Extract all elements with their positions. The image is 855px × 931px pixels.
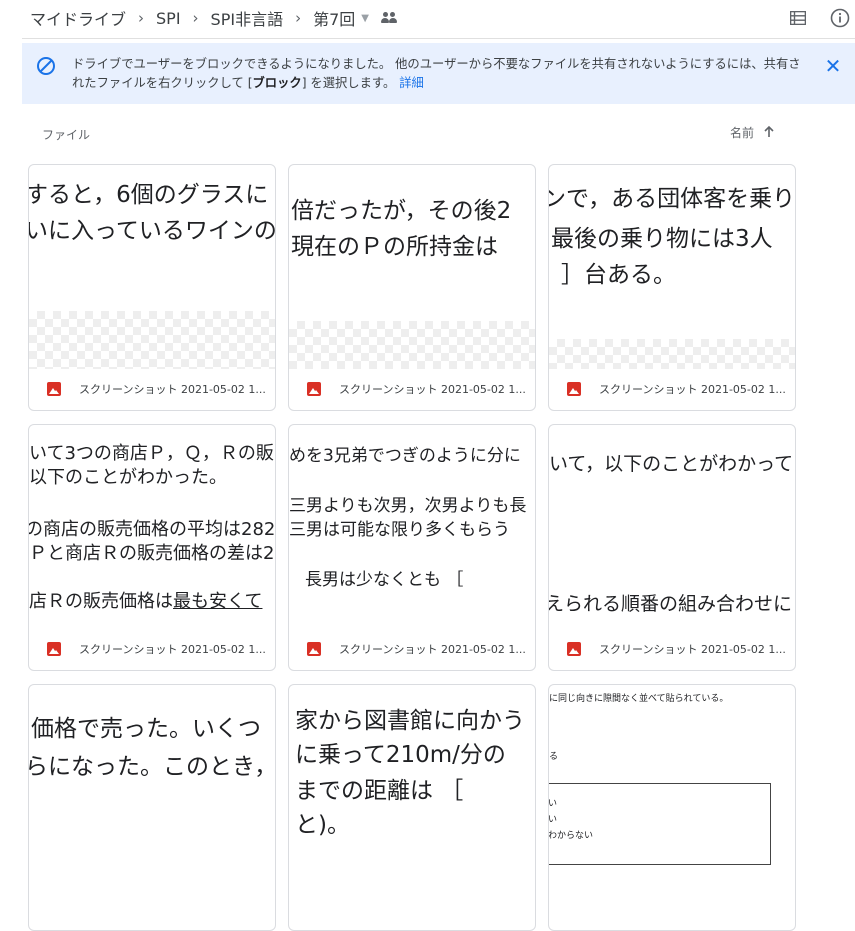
file-thumbnail: 価格で売った。いくつ らになった。このとき， bbox=[29, 685, 275, 889]
transparency-area bbox=[289, 321, 535, 369]
file-card-footer: スクリーンショット 2021-05-02 1... bbox=[549, 629, 795, 670]
file-card[interactable]: めを3兄弟でつぎのように分に 三男よりも次男，次男よりも長 三男は可能な限り多く… bbox=[288, 424, 536, 671]
preview-line: いて，以下のことがわかって bbox=[549, 453, 794, 475]
file-name: スクリーンショット 2021-05-02 1... bbox=[599, 383, 786, 396]
block-icon bbox=[36, 56, 56, 76]
chevron-right-icon: › bbox=[295, 9, 302, 27]
file-name: スクリーンショット 2021-05-02 1... bbox=[599, 643, 786, 656]
preview-line: い bbox=[549, 812, 557, 825]
file-card-footer: スクリーンショット 2021-05-02 1... bbox=[289, 369, 535, 410]
preview-line: と)。 bbox=[295, 812, 350, 838]
preview-answer-box: い い わからない bbox=[549, 783, 771, 865]
file-thumbnail: いて3つの商店Ｐ，Ｑ，Ｒの販 以下のことがわかった。 の商店の販売価格の平均は2… bbox=[29, 425, 275, 629]
image-file-icon bbox=[47, 382, 61, 396]
preview-line: 三男よりも次男，次男よりも長 bbox=[289, 496, 527, 516]
file-thumbnail: すると，6個のグラスに いに入っているワインの bbox=[29, 165, 275, 369]
breadcrumb: マイドライブ › SPI › SPI非言語 › 第7回 ▼ bbox=[30, 6, 397, 30]
image-file-icon bbox=[307, 642, 321, 656]
transparency-area bbox=[549, 339, 795, 369]
file-card-footer: スクリーンショット 2021-05-02 1... bbox=[549, 369, 795, 410]
preview-line: わからない bbox=[549, 831, 594, 841]
sort-by-name[interactable]: 名前 bbox=[730, 124, 774, 141]
preview-line: 三男は可能な限り多くもらう bbox=[289, 520, 510, 540]
preview-line: い bbox=[549, 796, 557, 809]
header-divider bbox=[22, 38, 855, 39]
preview-line: いに入っているワインの bbox=[29, 218, 275, 244]
image-file-icon bbox=[567, 382, 581, 396]
preview-line: 倍だったが，その後2 bbox=[291, 198, 512, 224]
breadcrumb-my-drive[interactable]: マイドライブ bbox=[30, 6, 126, 30]
file-name: スクリーンショット 2021-05-02 1... bbox=[79, 643, 266, 656]
preview-underlined: 最も安くて bbox=[173, 591, 263, 612]
preview-line: いて3つの商店Ｐ，Ｑ，Ｒの販 bbox=[29, 443, 274, 464]
image-file-icon bbox=[47, 642, 61, 656]
image-file-icon bbox=[567, 642, 581, 656]
file-card[interactable]: すると，6個のグラスに いに入っているワインの スクリーンショット 2021-0… bbox=[28, 164, 276, 411]
banner-message: ドライブでユーザーをブロックできるようになりました。 他のユーザーから不要なファ… bbox=[72, 55, 807, 93]
block-feature-banner: ドライブでユーザーをブロックできるようになりました。 他のユーザーから不要なファ… bbox=[22, 43, 855, 104]
banner-text: ドライブでユーザーをブロックできるようになりました。 他のユーザーから不要なファ… bbox=[72, 57, 801, 90]
list-view-icon[interactable] bbox=[787, 7, 809, 29]
breadcrumb-spi[interactable]: SPI bbox=[156, 9, 181, 28]
file-card-footer: スクリーンショット 2021-05-02 1... bbox=[29, 369, 275, 410]
file-thumbnail: に同じ向きに隙間なく並べて貼られている。 る い い わからない bbox=[549, 685, 795, 889]
preview-line: に同じ向きに隙間なく並べて貼られている。 bbox=[549, 694, 729, 704]
file-card[interactable]: ンで，ある団体客を乗り 最後の乗り物には3人 ］台ある。 スクリーンショット 2… bbox=[548, 164, 796, 411]
preview-line: Ｐと商店Ｒの販売価格の差は2 bbox=[29, 543, 275, 564]
preview-line: 現在のＰの所持金は bbox=[291, 234, 498, 260]
preview-line: 店Ｒの販売価格は最も安くて bbox=[29, 587, 262, 613]
preview-line: らになった。このとき， bbox=[29, 754, 275, 780]
breadcrumb-spi-nonverbal[interactable]: SPI非言語 bbox=[211, 6, 284, 30]
image-file-icon bbox=[307, 382, 321, 396]
files-section-label: ファイル bbox=[42, 128, 91, 142]
file-name: スクリーンショット 2021-05-02 1... bbox=[339, 383, 526, 396]
file-thumbnail: 倍だったが，その後2 現在のＰの所持金は bbox=[289, 165, 535, 369]
file-card-footer: スクリーンショット 2021-05-02 1... bbox=[289, 629, 535, 670]
caret-down-icon[interactable]: ▼ bbox=[361, 13, 369, 24]
preview-line: 最後の乗り物には3人 bbox=[551, 226, 773, 252]
preview-line: に乗って210m/分の bbox=[295, 742, 506, 768]
breadcrumb-current-folder[interactable]: 第7回 bbox=[313, 6, 355, 30]
preview-line: えられる順番の組み合わせに bbox=[549, 593, 793, 615]
preview-line: ］台ある。 bbox=[561, 262, 676, 288]
shared-people-icon bbox=[380, 12, 397, 24]
close-icon[interactable]: ✕ bbox=[822, 55, 844, 77]
preview-line: までの距離は ［ bbox=[295, 778, 464, 804]
preview-text: 店Ｒの販売価格は bbox=[29, 591, 173, 612]
chevron-right-icon: › bbox=[138, 9, 145, 27]
file-card[interactable]: に同じ向きに隙間なく並べて貼られている。 る い い わからない bbox=[548, 684, 796, 931]
file-name: スクリーンショット 2021-05-02 1... bbox=[79, 383, 266, 396]
arrow-up-icon[interactable] bbox=[764, 125, 774, 140]
file-name: スクリーンショット 2021-05-02 1... bbox=[339, 643, 526, 656]
file-card[interactable]: いて，以下のことがわかって えられる順番の組み合わせに スクリーンショット 20… bbox=[548, 424, 796, 671]
preview-line: すると，6個のグラスに bbox=[29, 182, 269, 208]
preview-line: 長男は少なくとも ［ bbox=[305, 570, 464, 590]
chevron-right-icon: › bbox=[192, 9, 199, 27]
preview-line: めを3兄弟でつぎのように分に bbox=[289, 446, 521, 466]
file-thumbnail: ンで，ある団体客を乗り 最後の乗り物には3人 ］台ある。 bbox=[549, 165, 795, 369]
file-thumbnail: いて，以下のことがわかって えられる順番の組み合わせに bbox=[549, 425, 795, 629]
info-icon[interactable] bbox=[829, 7, 851, 29]
file-thumbnail: 家から図書館に向かう に乗って210m/分の までの距離は ［ と)。 bbox=[289, 685, 535, 889]
preview-line: 家から図書館に向かう bbox=[295, 708, 525, 734]
preview-line: 以下のことがわかった。 bbox=[29, 467, 227, 488]
file-card[interactable]: 倍だったが，その後2 現在のＰの所持金は スクリーンショット 2021-05-0… bbox=[288, 164, 536, 411]
file-card[interactable]: 家から図書館に向かう に乗って210m/分の までの距離は ［ と)。 bbox=[288, 684, 536, 931]
banner-text-bold: ブロック bbox=[252, 76, 302, 90]
file-card[interactable]: いて3つの商店Ｐ，Ｑ，Ｒの販 以下のことがわかった。 の商店の販売価格の平均は2… bbox=[28, 424, 276, 671]
banner-text-end: ] を選択します。 bbox=[301, 76, 396, 90]
preview-line: 価格で売った。いくつ bbox=[31, 716, 261, 742]
preview-line: る bbox=[549, 752, 559, 762]
transparency-area bbox=[29, 311, 275, 369]
file-thumbnail: めを3兄弟でつぎのように分に 三男よりも次男，次男よりも長 三男は可能な限り多く… bbox=[289, 425, 535, 629]
preview-line: の商店の販売価格の平均は282 bbox=[29, 519, 275, 540]
sort-label: 名前 bbox=[730, 126, 755, 140]
preview-line: ンで，ある団体客を乗り bbox=[549, 186, 795, 212]
file-card[interactable]: 価格で売った。いくつ らになった。このとき， bbox=[28, 684, 276, 931]
banner-details-link[interactable]: 詳細 bbox=[399, 76, 424, 90]
file-card-footer: スクリーンショット 2021-05-02 1... bbox=[29, 629, 275, 670]
